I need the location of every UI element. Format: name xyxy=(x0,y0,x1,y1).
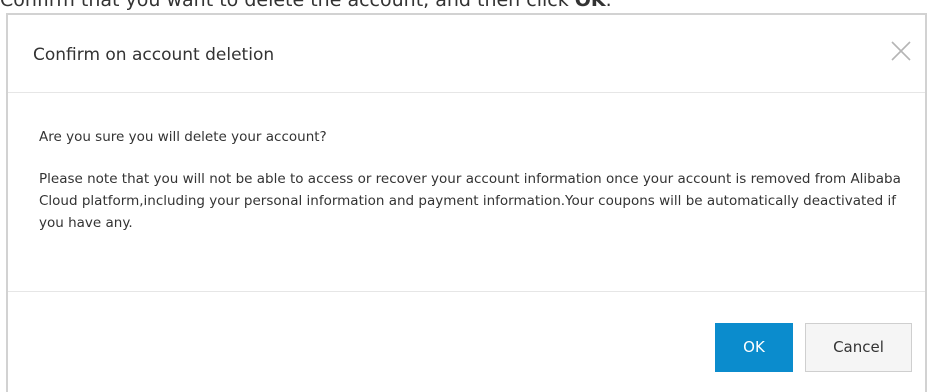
ok-button[interactable]: OK xyxy=(715,323,793,372)
dialog-title: Confirm on account deletion xyxy=(33,45,275,65)
dialog-footer: OK Cancel xyxy=(8,292,925,392)
cancel-button[interactable]: Cancel xyxy=(805,323,912,372)
confirm-question: Are you sure you will delete your accoun… xyxy=(39,129,327,145)
dialog-header: Confirm on account deletion xyxy=(8,15,925,93)
page: Confirm that you want to delete the acco… xyxy=(0,0,929,392)
instruction-text-before: Confirm that you want to delete the acco… xyxy=(0,0,575,11)
dialog-body: Are you sure you will delete your accoun… xyxy=(8,93,925,292)
instruction-text-after: . xyxy=(605,0,612,11)
close-icon xyxy=(891,41,911,61)
deletion-note: Please note that you will not be able to… xyxy=(39,171,901,231)
instruction-text: Confirm that you want to delete the acco… xyxy=(0,0,612,12)
confirm-dialog: Confirm on account deletion Are you sure… xyxy=(6,13,927,392)
instruction-text-strong: OK xyxy=(574,0,606,11)
close-button[interactable] xyxy=(889,39,913,63)
